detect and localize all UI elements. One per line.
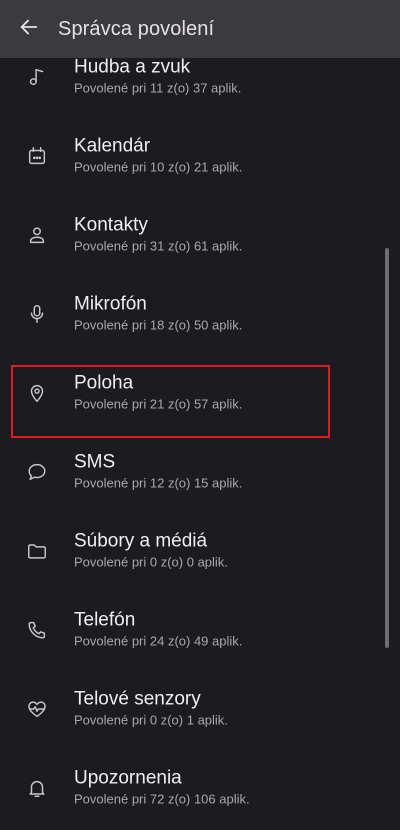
- permission-title: Upozornenia: [74, 767, 182, 788]
- permission-title: SMS: [74, 451, 116, 472]
- microphone-icon: [26, 303, 48, 325]
- permission-item-text: Upozornenia Povolené pri 72 z(o) 106 apl…: [74, 767, 250, 808]
- back-button[interactable]: [0, 0, 58, 58]
- permission-title: Poloha: [74, 372, 134, 393]
- permission-item-phone[interactable]: Telefón Povolené pri 24 z(o) 49 aplik.: [0, 590, 400, 669]
- permission-title: Telové senzory: [74, 688, 201, 709]
- permission-item-text: Mikrofón Povolené pri 18 z(o) 50 aplik.: [74, 293, 242, 334]
- permission-item-text: Kontakty Povolené pri 31 z(o) 61 aplik.: [74, 214, 242, 255]
- permission-manager-screen: Hudba a zvuk Povolené pri 11 z(o) 37 apl…: [0, 0, 400, 830]
- permission-title: Hudba a zvuk: [74, 56, 191, 77]
- permission-title: Kontakty: [74, 214, 148, 235]
- permission-item-text: Kalendár Povolené pri 10 z(o) 21 aplik.: [74, 135, 242, 176]
- permission-subtitle: Povolené pri 10 z(o) 21 aplik.: [74, 159, 243, 174]
- permission-item-text: Poloha Povolené pri 21 z(o) 57 aplik.: [74, 372, 242, 413]
- permission-item-body-sensors[interactable]: Telové senzory Povolené pri 0 z(o) 1 apl…: [0, 669, 400, 748]
- permission-item-calendar[interactable]: Kalendár Povolené pri 10 z(o) 21 aplik.: [0, 116, 400, 195]
- permission-item-contacts[interactable]: Kontakty Povolené pri 31 z(o) 61 aplik.: [0, 195, 400, 274]
- permission-item-text: Telefón Povolené pri 24 z(o) 49 aplik.: [74, 609, 242, 650]
- permission-item-text: Súbory a médiá Povolené pri 0 z(o) 0 apl…: [74, 530, 228, 571]
- page-title: Správca povolení: [58, 17, 215, 40]
- music-note-icon: [26, 66, 48, 88]
- permission-subtitle: Povolené pri 0 z(o) 1 aplik.: [74, 712, 228, 727]
- permission-item-text: Telové senzory Povolené pri 0 z(o) 1 apl…: [74, 688, 228, 729]
- permission-item-text: SMS Povolené pri 12 z(o) 15 aplik.: [74, 451, 242, 492]
- permission-subtitle: Povolené pri 11 z(o) 37 aplik.: [74, 80, 242, 95]
- permission-title: Kalendár: [74, 135, 151, 156]
- permission-subtitle: Povolené pri 21 z(o) 57 aplik.: [74, 396, 243, 411]
- permission-item-sms[interactable]: SMS Povolené pri 12 z(o) 15 aplik.: [0, 432, 400, 511]
- permission-title: Súbory a médiá: [74, 530, 208, 551]
- person-icon: [26, 224, 48, 246]
- permission-item-location[interactable]: Poloha Povolené pri 21 z(o) 57 aplik.: [0, 353, 400, 432]
- heart-pulse-icon: [26, 698, 48, 720]
- scrollbar[interactable]: [385, 248, 389, 648]
- chat-bubble-icon: [26, 461, 48, 483]
- calendar-icon: [26, 145, 48, 167]
- permission-subtitle: Povolené pri 24 z(o) 49 aplik.: [74, 633, 243, 648]
- permission-item-text: Hudba a zvuk Povolené pri 11 z(o) 37 apl…: [74, 56, 241, 97]
- permission-subtitle: Povolené pri 0 z(o) 0 aplik.: [74, 554, 228, 569]
- permission-subtitle: Povolené pri 31 z(o) 61 aplik.: [74, 238, 243, 253]
- bell-icon: [26, 777, 48, 799]
- arrow-left-icon: [18, 16, 40, 43]
- permission-item-notifications[interactable]: Upozornenia Povolené pri 72 z(o) 106 apl…: [0, 748, 400, 827]
- permission-item-files[interactable]: Súbory a médiá Povolené pri 0 z(o) 0 apl…: [0, 511, 400, 590]
- permission-item-microphone[interactable]: Mikrofón Povolené pri 18 z(o) 50 aplik.: [0, 274, 400, 353]
- permission-title: Telefón: [74, 609, 136, 630]
- location-pin-icon: [26, 382, 48, 404]
- permission-subtitle: Povolené pri 18 z(o) 50 aplik.: [74, 317, 243, 332]
- permission-list: Hudba a zvuk Povolené pri 11 z(o) 37 apl…: [0, 37, 400, 827]
- permission-subtitle: Povolené pri 72 z(o) 106 aplik.: [74, 791, 250, 806]
- phone-icon: [26, 619, 48, 641]
- folder-icon: [26, 540, 48, 562]
- permission-title: Mikrofón: [74, 293, 147, 314]
- permission-subtitle: Povolené pri 12 z(o) 15 aplik.: [74, 475, 243, 490]
- top-app-bar: Správca povolení: [0, 0, 400, 58]
